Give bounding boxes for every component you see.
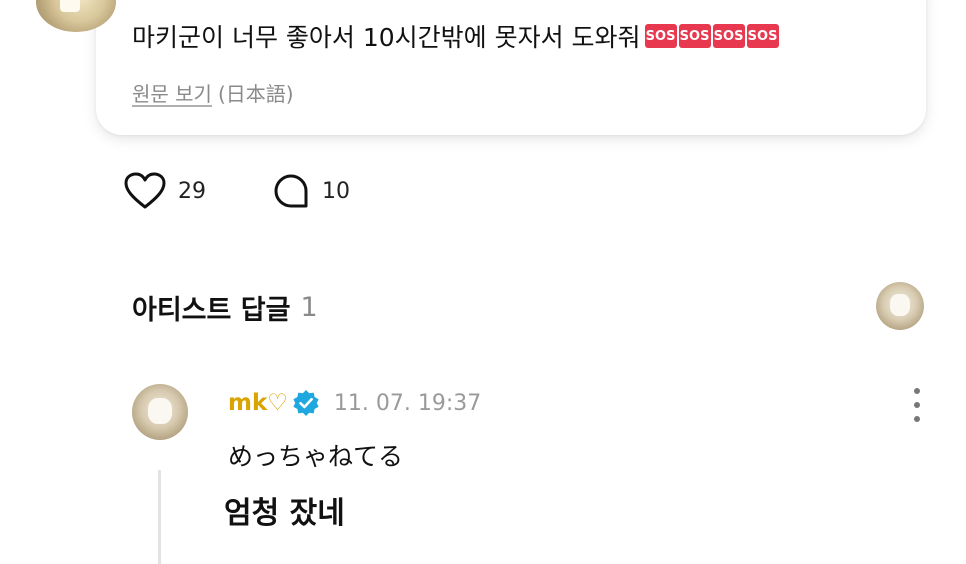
reply-timestamp: 11. 07. 19:37 — [333, 390, 482, 416]
sos-emoji-badge: SOS — [746, 24, 779, 48]
reply-body: めっちゃねてる — [228, 442, 404, 471]
artist-replies-title: 아티스트 답글 — [132, 295, 291, 326]
heart-icon — [124, 172, 166, 209]
sos-emoji-badge: SOS — [644, 24, 677, 48]
artist-replies-header: 아티스트 답글 1 — [132, 288, 318, 327]
more-options-icon[interactable] — [908, 388, 926, 422]
view-original-link[interactable]: 원문 보기 — [132, 78, 212, 107]
artist-avatar-small[interactable] — [876, 282, 924, 330]
comment-button[interactable]: 10 — [272, 172, 350, 210]
reply-author-avatar[interactable] — [132, 384, 188, 440]
reply-author-name[interactable]: mk♡ — [228, 390, 288, 416]
reply-header: mk♡ 11. 07. 19:37 — [228, 389, 481, 417]
sos-emoji-badge: SOS — [712, 24, 745, 48]
sos-emoji-badge: SOS — [678, 24, 711, 48]
view-original-row: 원문 보기 (日本語) — [132, 78, 294, 107]
comment-count: 10 — [322, 178, 350, 204]
artist-replies-count: 1 — [300, 292, 318, 323]
translation-quote-bar — [158, 470, 161, 564]
post-body: 마키군이 너무 좋아서 10시간밖에 못자서 도와줘 — [132, 23, 641, 52]
original-language-label: (日本語) — [217, 82, 294, 106]
post-actions: 29 10 — [124, 172, 350, 210]
like-count: 29 — [178, 178, 206, 204]
like-button[interactable]: 29 — [124, 172, 206, 210]
comment-icon — [274, 174, 308, 208]
reply-translation: 엄청 잤네 — [224, 496, 345, 531]
verified-icon — [293, 390, 319, 416]
post-text: 마키군이 너무 좋아서 10시간밖에 못자서 도와줘 SOS SOS SOS S… — [132, 18, 779, 54]
